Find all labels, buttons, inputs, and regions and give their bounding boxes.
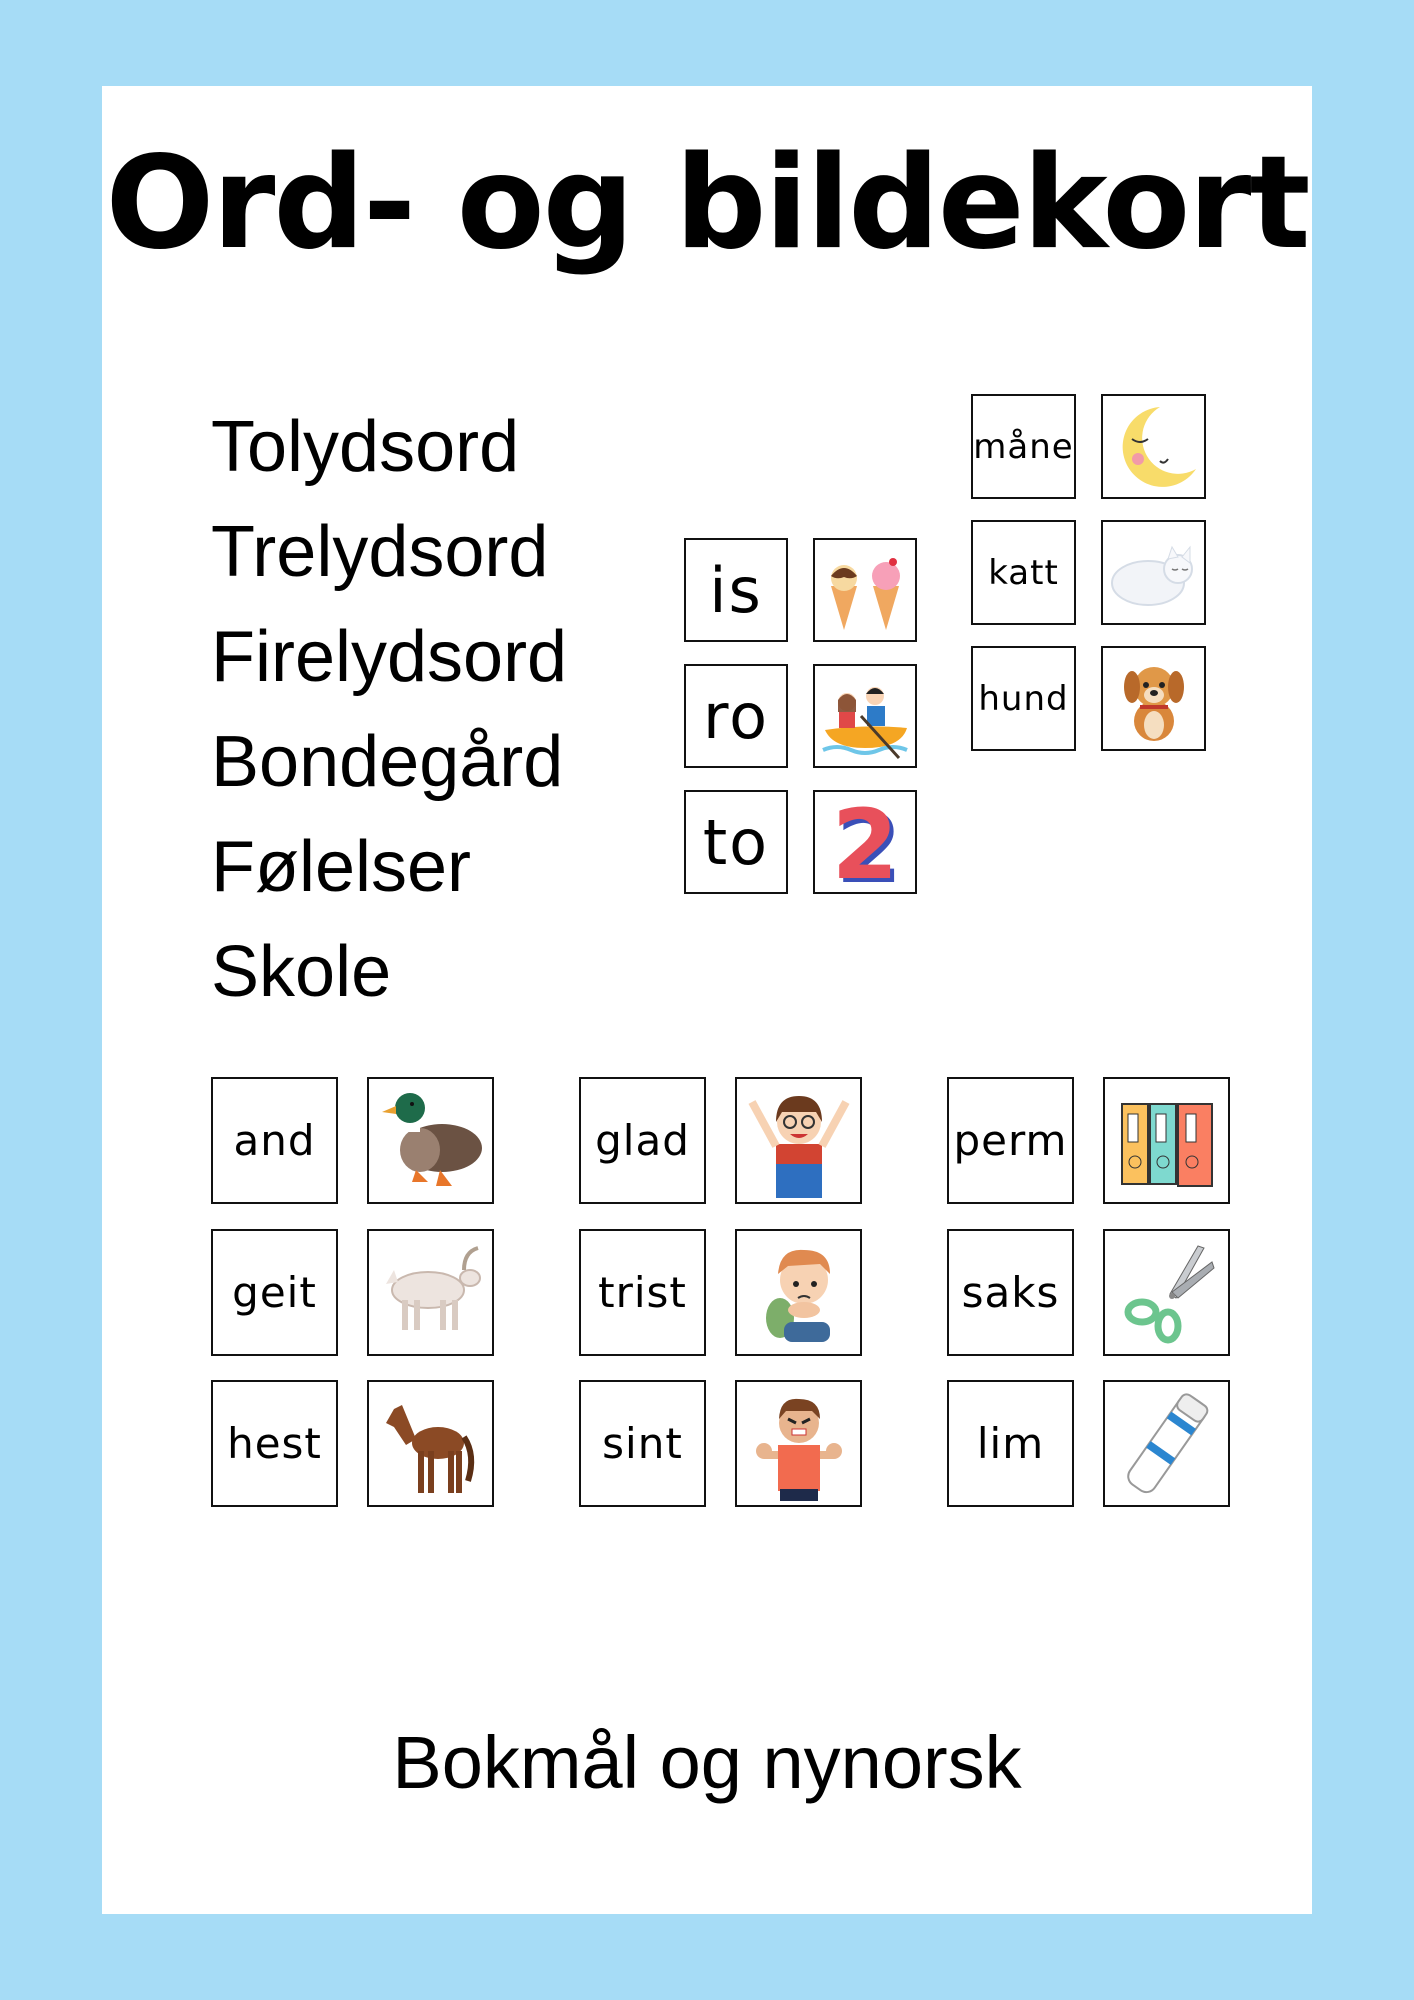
word-card: to (684, 790, 788, 894)
card-word: trist (598, 1268, 687, 1317)
topic-item: Skole (211, 932, 392, 1012)
number-two-icon: 2 2 (813, 790, 917, 894)
word-card: geit (211, 1229, 338, 1356)
card-word: perm (953, 1116, 1068, 1165)
word-card: hest (211, 1380, 338, 1507)
word-card: and (211, 1077, 338, 1204)
card-word: to (702, 805, 770, 879)
topic-item: Trelydsord (211, 512, 549, 592)
card-word: geit (232, 1268, 317, 1317)
card-word: hund (978, 678, 1069, 719)
card-word: and (233, 1116, 316, 1165)
sad-boy-icon (735, 1229, 862, 1356)
horse-icon (367, 1380, 494, 1507)
card-word: hest (227, 1419, 322, 1468)
ice-cream-cones-icon (813, 538, 917, 642)
sleeping-moon-icon (1101, 394, 1206, 499)
topic-list: Tolydsord Trelydsord Firelydsord Bondegå… (211, 395, 567, 1025)
word-card: lim (947, 1380, 1074, 1507)
card-word: måne (973, 426, 1074, 467)
word-card: glad (579, 1077, 706, 1204)
topic-item: Følelser (211, 827, 472, 907)
card-word: is (709, 553, 763, 627)
word-card: ro (684, 664, 788, 768)
scissors-icon (1103, 1229, 1230, 1356)
card-word: saks (961, 1268, 1060, 1317)
puppy-dog-icon (1101, 646, 1206, 751)
happy-girl-icon (735, 1077, 862, 1204)
word-card: perm (947, 1077, 1074, 1204)
word-card: trist (579, 1229, 706, 1356)
sleeping-cat-icon (1101, 520, 1206, 625)
word-card: hund (971, 646, 1076, 751)
binders-icon (1103, 1077, 1230, 1204)
word-card: is (684, 538, 788, 642)
word-card: sint (579, 1380, 706, 1507)
angry-boy-icon (735, 1380, 862, 1507)
topic-item: Bondegård (211, 722, 564, 802)
word-card: katt (971, 520, 1076, 625)
glue-stick-icon (1103, 1380, 1230, 1507)
word-card: måne (971, 394, 1076, 499)
card-word: ro (702, 679, 770, 753)
children-rowing-boat-icon (813, 664, 917, 768)
card-word: sint (602, 1419, 683, 1468)
page-title: Ord- og bildekort (105, 129, 1310, 278)
card-word: lim (976, 1419, 1045, 1468)
word-card: saks (947, 1229, 1074, 1356)
footer-subtitle: Bokmål og nynorsk (392, 1721, 1022, 1804)
card-word: glad (595, 1116, 690, 1165)
svg-text:2: 2 (832, 794, 899, 890)
duck-icon (367, 1077, 494, 1204)
topic-item: Tolydsord (211, 407, 520, 487)
topic-item: Firelydsord (211, 617, 568, 697)
card-word: katt (988, 552, 1059, 593)
goat-icon (367, 1229, 494, 1356)
